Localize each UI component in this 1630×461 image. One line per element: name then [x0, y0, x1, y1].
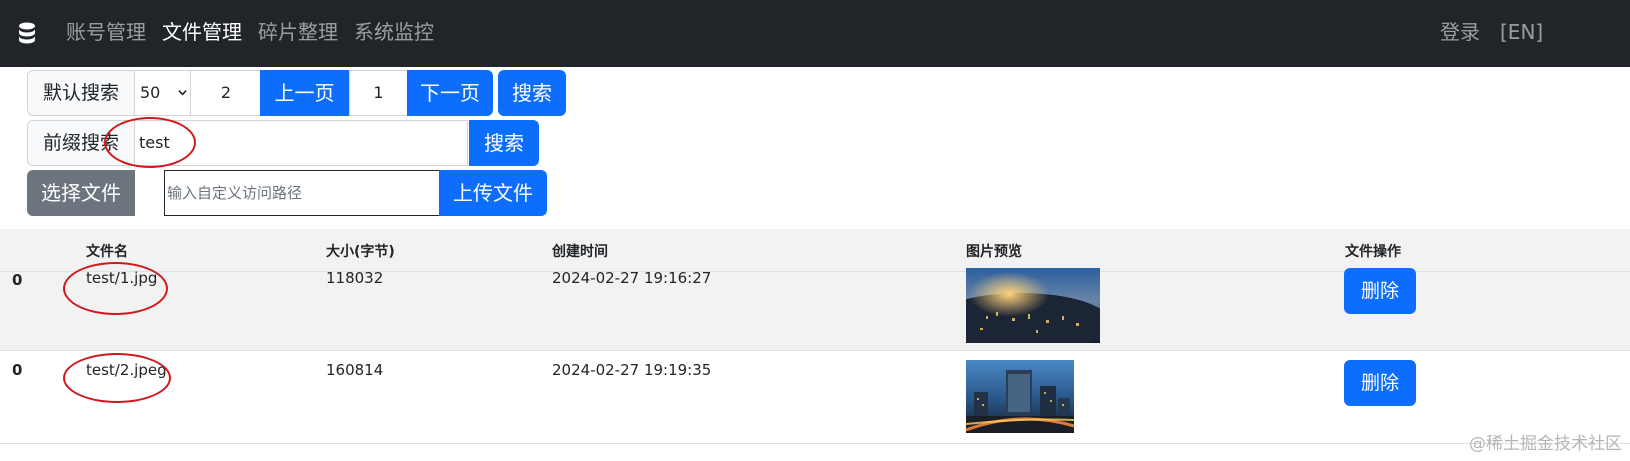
page-size-value: 50 — [140, 83, 161, 102]
nav-account[interactable]: 账号管理 — [66, 18, 146, 46]
city-night-photo — [966, 268, 1100, 343]
nav-monitor[interactable]: 系统监控 — [354, 18, 434, 46]
annotation-circle — [63, 353, 171, 403]
row-created: 2024-02-27 19:19:35 — [552, 361, 712, 379]
image-preview[interactable] — [966, 268, 1100, 343]
database-icon[interactable] — [17, 21, 37, 45]
row-size: 118032 — [326, 269, 384, 287]
header-created: 创建时间 — [552, 244, 608, 260]
row-index: 0 — [12, 361, 23, 379]
page-size-select[interactable]: 50 — [134, 70, 196, 116]
row-size: 160814 — [326, 361, 384, 379]
header-size: 大小(字节) — [326, 244, 395, 260]
lang-toggle[interactable]: [EN] — [1500, 18, 1543, 46]
row-created: 2024-02-27 19:16:27 — [552, 269, 712, 287]
page-input[interactable]: 2 — [190, 70, 262, 116]
choose-file-button[interactable]: 选择文件 — [27, 170, 135, 216]
prefix-search-button[interactable]: 搜索 — [469, 120, 539, 166]
image-preview[interactable] — [966, 360, 1074, 433]
nav-files[interactable]: 文件管理 — [162, 18, 242, 46]
table-header: 文件名 大小(字节) 创建时间 图片预览 文件操作 — [0, 229, 1630, 272]
next-page-button[interactable]: 下一页 — [407, 70, 493, 116]
header-filename: 文件名 — [86, 244, 128, 260]
default-search-label: 默认搜索 — [27, 70, 135, 116]
chevron-down-icon — [178, 90, 187, 96]
delete-button[interactable]: 删除 — [1344, 268, 1416, 314]
annotation-circle — [104, 117, 196, 168]
header-preview: 图片预览 — [966, 244, 1022, 260]
delete-button[interactable]: 删除 — [1344, 360, 1416, 406]
row-index: 0 — [12, 271, 23, 289]
nav-defrag[interactable]: 碎片整理 — [258, 18, 338, 46]
annotation-circle — [63, 262, 168, 315]
top-navbar: 账号管理 文件管理 碎片整理 系统监控 登录 [EN] — [0, 0, 1630, 67]
prev-page-button[interactable]: 上一页 — [260, 70, 349, 116]
city-skyline-photo — [966, 360, 1074, 433]
watermark: @稀土掘金技术社区 — [1469, 434, 1622, 454]
header-actions: 文件操作 — [1345, 244, 1401, 260]
upload-file-button[interactable]: 上传文件 — [439, 170, 547, 216]
custom-path-input[interactable]: 输入自定义访问路径 — [164, 170, 440, 216]
current-page-display: 1 — [349, 70, 408, 116]
default-search-button[interactable]: 搜索 — [498, 70, 566, 116]
table-row: 0 test/2.jpeg 160814 2024-02-27 19:19:35 — [0, 351, 1630, 444]
table-row: 0 test/1.jpg 118032 2024-02-27 19:16:27 … — [0, 268, 1630, 351]
login-link[interactable]: 登录 — [1440, 18, 1480, 46]
